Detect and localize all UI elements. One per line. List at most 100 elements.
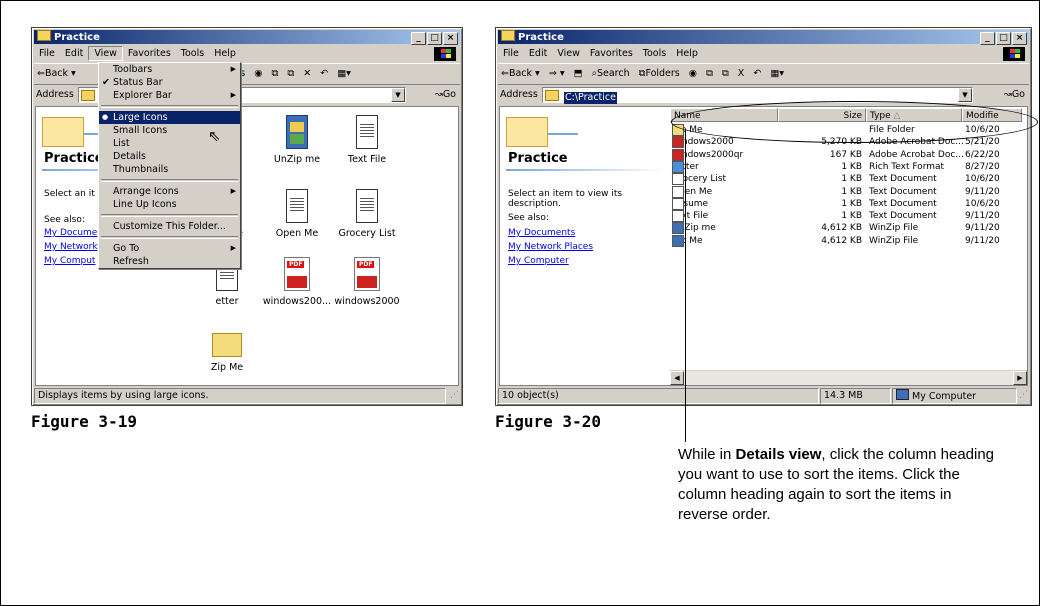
table-row[interactable]: Text File 1 KB Text Document 9/11/20 bbox=[670, 210, 1027, 223]
menu-item-refresh[interactable]: Refresh bbox=[99, 255, 240, 268]
up-folder-icon[interactable]: ⬒ bbox=[571, 64, 586, 84]
menu-item-go-to[interactable]: Go To ▶ bbox=[99, 242, 240, 255]
history-icon[interactable]: ◉ bbox=[686, 64, 700, 84]
large-icon-label: windows2000 bbox=[334, 296, 400, 307]
submenu-arrow-icon: ▶ bbox=[230, 187, 236, 195]
menu-item-explorer-bar[interactable]: Explorer Bar ▶ bbox=[99, 89, 240, 102]
close-button[interactable]: × bbox=[1012, 32, 1027, 45]
undo-icon[interactable]: ↶ bbox=[317, 64, 331, 84]
maximize-button[interactable]: □ bbox=[427, 32, 442, 45]
minimize-button[interactable]: _ bbox=[980, 32, 995, 45]
large-icon-item[interactable]: Text File bbox=[324, 115, 410, 165]
menu-item-details[interactable]: Details bbox=[99, 150, 240, 163]
maximize-button[interactable]: □ bbox=[996, 32, 1011, 45]
menu-item-label: Toolbars bbox=[113, 64, 153, 75]
folders-button[interactable]: ⧉Folders bbox=[636, 64, 683, 84]
horizontal-scrollbar[interactable]: ◀ ▶ bbox=[670, 370, 1027, 385]
back-button[interactable]: ⇐Back ▾ bbox=[498, 64, 543, 84]
delete-icon[interactable]: ✕ bbox=[300, 64, 314, 84]
menu-item-status-bar[interactable]: Status Bar ✔ bbox=[99, 76, 240, 89]
menu-file[interactable]: File bbox=[34, 46, 60, 62]
copy-to-icon[interactable]: ⧉ bbox=[284, 64, 297, 84]
move-to-icon[interactable]: ⧉ bbox=[703, 64, 716, 84]
table-row[interactable]: Grocery List 1 KB Text Document 10/6/20 bbox=[670, 173, 1027, 186]
table-row[interactable]: UnZip me 4,612 KB WinZip File 9/11/20 bbox=[670, 222, 1027, 235]
table-row[interactable]: Zip Me 4,612 KB WinZip File 9/11/20 bbox=[670, 234, 1027, 247]
see-also-label: See also: bbox=[508, 213, 549, 223]
search-label: Search bbox=[596, 68, 630, 79]
callout-line bbox=[685, 130, 686, 442]
address-value: C:\Practice bbox=[564, 92, 617, 104]
menu-item-label: Go To bbox=[113, 243, 140, 254]
chevron-down-icon[interactable]: ▼ bbox=[958, 88, 972, 102]
menu-favorites[interactable]: Favorites bbox=[585, 46, 638, 62]
menu-edit[interactable]: Edit bbox=[524, 46, 552, 62]
views-icon[interactable]: ▦▾ bbox=[767, 64, 787, 84]
menu-favorites[interactable]: Favorites bbox=[123, 46, 176, 62]
zip-file-icon bbox=[672, 234, 684, 247]
resize-grip-icon[interactable]: ⋰ bbox=[450, 387, 459, 403]
menu-tools[interactable]: Tools bbox=[638, 46, 671, 62]
pdf-badge: PDF bbox=[287, 261, 305, 268]
panel-divider bbox=[506, 169, 666, 171]
status-size: 14.3 MB bbox=[820, 388, 891, 404]
views-icon[interactable]: ▦▾ bbox=[334, 64, 354, 84]
menu-item-customize-this-folder[interactable]: Customize This Folder... bbox=[99, 220, 240, 233]
cell-size: 4,612 KB bbox=[821, 223, 862, 234]
menu-item-arrange-icons[interactable]: Arrange Icons ▶ bbox=[99, 185, 240, 198]
submenu-arrow-icon: ▶ bbox=[230, 244, 236, 252]
undo-icon[interactable]: ↶ bbox=[750, 64, 764, 84]
go-button[interactable]: ↝Go bbox=[1004, 85, 1025, 104]
menu-file[interactable]: File bbox=[498, 46, 524, 62]
cell-size: 167 KB bbox=[829, 149, 862, 160]
text-file-icon bbox=[356, 115, 378, 149]
minimize-button[interactable]: _ bbox=[411, 32, 426, 45]
forward-button[interactable]: ⇒ ▾ bbox=[546, 64, 568, 84]
cell-modified: 6/22/20 bbox=[965, 149, 1000, 160]
resize-grip-icon[interactable]: ⋰ bbox=[1019, 387, 1028, 403]
back-button[interactable]: ⇐Back ▾ bbox=[34, 64, 79, 84]
menu-bar: File Edit View Favorites Tools Help bbox=[34, 46, 460, 62]
menu-edit[interactable]: Edit bbox=[60, 46, 88, 62]
menu-help[interactable]: Help bbox=[209, 46, 241, 62]
scroll-left-icon[interactable]: ◀ bbox=[670, 371, 684, 385]
link-my-computer[interactable]: My Computer bbox=[508, 256, 569, 266]
scroll-right-icon[interactable]: ▶ bbox=[1013, 371, 1027, 385]
menu-item-thumbnails[interactable]: Thumbnails bbox=[99, 163, 240, 176]
large-icon-item[interactable]: Zip Me bbox=[184, 325, 270, 373]
details-list: Name Size Type △ Modifie Zip Me File Fold… bbox=[670, 107, 1027, 385]
zip-file-icon bbox=[286, 115, 308, 149]
search-button[interactable]: ⌕Search bbox=[589, 64, 633, 84]
menu-help[interactable]: Help bbox=[671, 46, 703, 62]
table-row[interactable]: windows2000qr 167 KB Adobe Acrobat Doc... 6… bbox=[670, 148, 1027, 161]
windows-logo-icon bbox=[1003, 47, 1025, 61]
menu-tools[interactable]: Tools bbox=[176, 46, 209, 62]
address-label: Address bbox=[500, 89, 538, 100]
link-my-network-places[interactable]: My Network Places bbox=[508, 242, 593, 252]
panel-title: Practice bbox=[508, 151, 568, 166]
large-icon-item[interactable]: PDF windows2000 bbox=[324, 257, 410, 307]
go-button[interactable]: ↝Go bbox=[435, 85, 456, 104]
pdf-file-icon bbox=[672, 148, 684, 161]
address-input[interactable]: C:\Practice ▼ bbox=[542, 87, 973, 104]
menu-view[interactable]: View bbox=[552, 46, 585, 62]
menu-item-large-icons[interactable]: Large Icons ● bbox=[99, 111, 240, 124]
chevron-down-icon[interactable]: ▼ bbox=[391, 88, 405, 102]
menu-item-toolbars[interactable]: Toolbars ▶ bbox=[99, 63, 240, 76]
menu-item-line-up-icons[interactable]: Line Up Icons bbox=[99, 198, 240, 211]
close-button[interactable]: × bbox=[443, 32, 458, 45]
table-row[interactable]: Open Me 1 KB Text Document 9/11/20 bbox=[670, 185, 1027, 198]
history-icon[interactable]: ◉ bbox=[251, 64, 265, 84]
menu-item-label: Customize This Folder... bbox=[113, 221, 226, 232]
table-row[interactable]: Resume 1 KB Text Document 10/6/20 bbox=[670, 197, 1027, 210]
large-icon-item[interactable]: Grocery List bbox=[324, 189, 410, 239]
delete-icon[interactable]: X bbox=[735, 64, 748, 84]
move-to-icon[interactable]: ⧉ bbox=[269, 64, 282, 84]
menu-item-label: Small Icons bbox=[113, 125, 168, 136]
link-my-documents[interactable]: My Documents bbox=[508, 228, 575, 238]
menu-view[interactable]: View bbox=[88, 46, 123, 61]
folder-content: Practice Select an item to view its desc… bbox=[499, 106, 1028, 386]
table-row[interactable]: Letter1 KBRich Text Format8/27/20 bbox=[670, 160, 1027, 173]
cell-modified: 9/11/20 bbox=[965, 186, 1000, 197]
copy-to-icon[interactable]: ⧉ bbox=[719, 64, 732, 84]
